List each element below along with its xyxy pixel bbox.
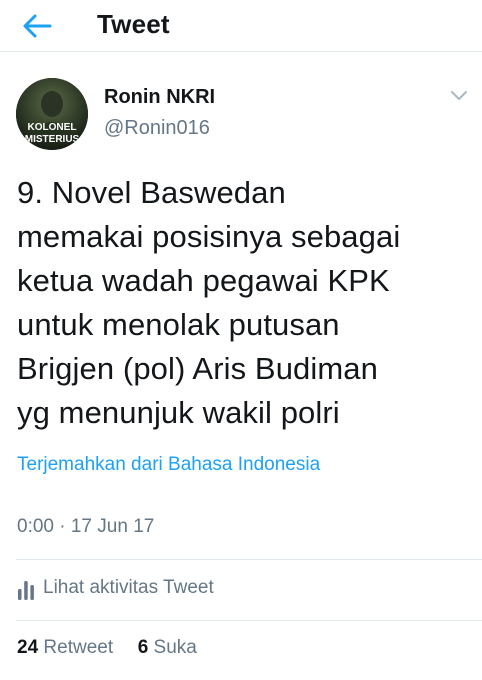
avatar-caption-top: KOLONEL — [28, 122, 77, 133]
page-title: Tweet — [97, 9, 170, 39]
author-display-name[interactable]: Ronin NKRI — [104, 86, 215, 109]
tweet-timestamp: 0:00 · 17 Jun 17 — [17, 516, 155, 537]
avatar[interactable]: KOLONEL MISTERIUS — [16, 78, 88, 150]
tweet-stats: 24 Retweet 6 Suka — [17, 637, 197, 659]
retweet-label: Retweet — [43, 637, 114, 658]
retweet-count: 24 — [17, 637, 39, 658]
app-header: Tweet — [0, 0, 482, 52]
bar-chart-icon — [18, 581, 34, 600]
activity-label: Lihat aktivitas Tweet — [43, 577, 214, 598]
divider — [16, 559, 482, 560]
like-count: 6 — [137, 637, 149, 658]
chevron-down-icon[interactable] — [450, 90, 468, 102]
author-handle[interactable]: @Ronin016 — [104, 117, 210, 140]
tweet-text: 9. Novel Baswedan memakai posisinya seba… — [17, 171, 477, 435]
arrow-left-icon[interactable] — [22, 13, 52, 39]
like-stat[interactable]: 6 Suka — [132, 637, 197, 658]
tweet-line: yg menunjuk wakil polri — [17, 395, 340, 430]
tweet-line: memakai posisinya sebagai — [17, 219, 401, 254]
tweet-line: 9. Novel Baswedan — [17, 175, 286, 210]
avatar-caption-bottom: MISTERIUS — [25, 134, 80, 145]
like-label: Suka — [153, 637, 197, 658]
tweet-line: ketua wadah pegawai KPK — [17, 263, 390, 298]
translate-link[interactable]: Terjemahkan dari Bahasa Indonesia — [17, 454, 320, 476]
retweet-stat[interactable]: 24 Retweet — [17, 637, 118, 658]
tweet-line: untuk menolak putusan — [17, 307, 340, 342]
avatar-image: KOLONEL MISTERIUS — [16, 78, 88, 150]
tweet-line: Brigjen (pol) Aris Budiman — [17, 351, 378, 386]
divider — [16, 620, 482, 621]
